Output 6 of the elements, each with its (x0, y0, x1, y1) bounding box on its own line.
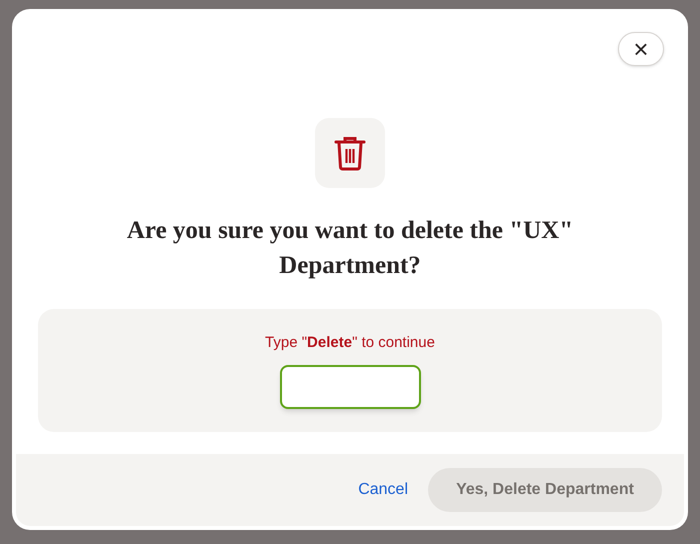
dialog-title: Are you sure you want to delete the "UX" Department? (126, 216, 574, 281)
close-button[interactable]: × (618, 32, 664, 66)
prompt-text: Type "Delete" to continue (265, 333, 435, 353)
input-field[interactable] (280, 364, 420, 408)
cancel-button[interactable]: Cancel (358, 478, 408, 502)
trash-icon (334, 135, 366, 171)
